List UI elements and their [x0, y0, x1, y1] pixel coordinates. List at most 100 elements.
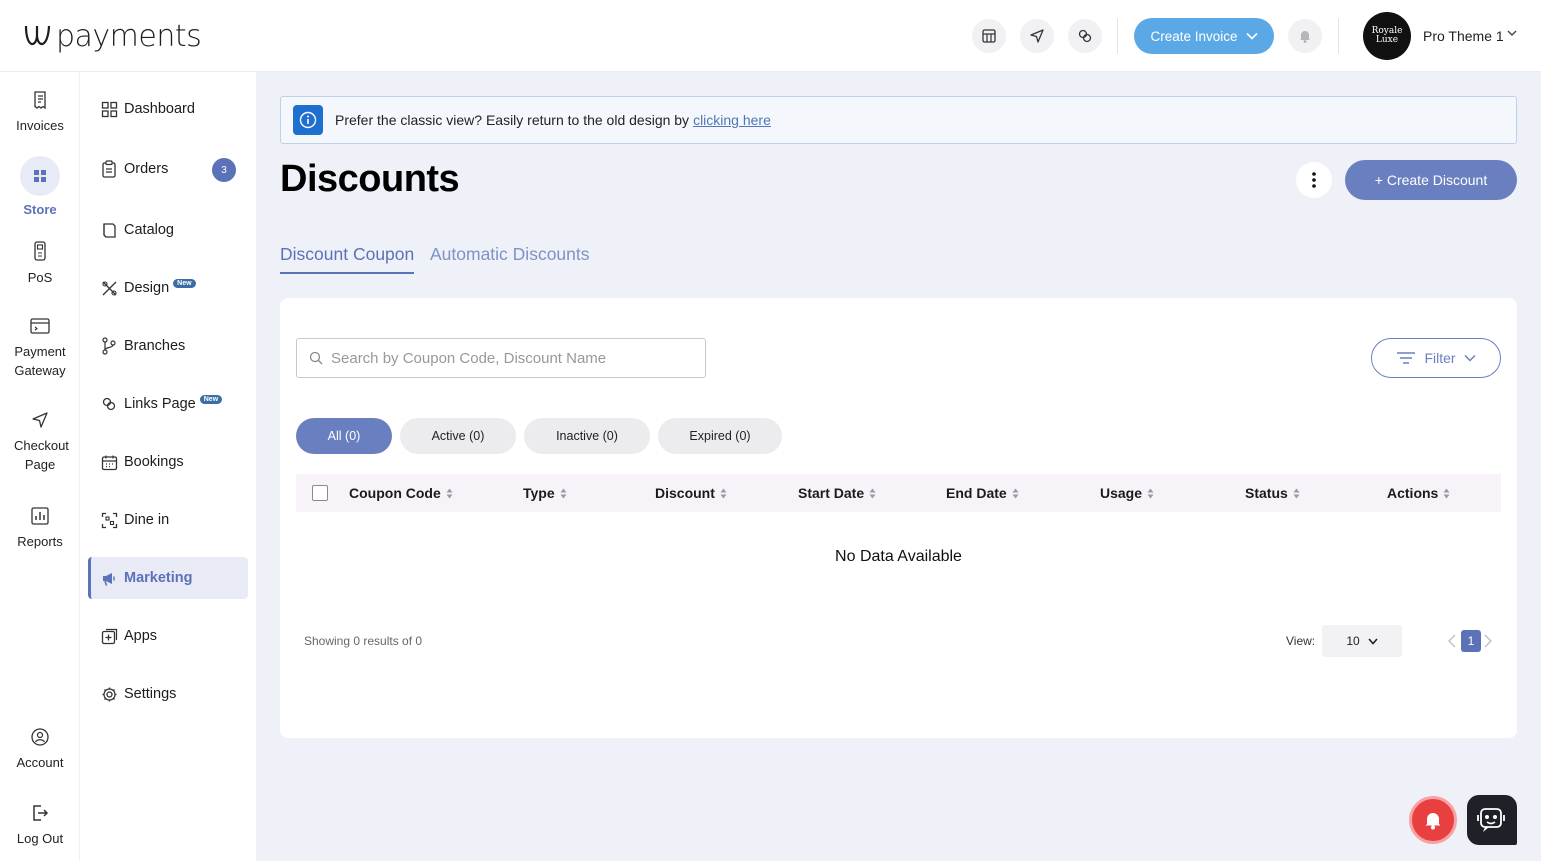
- invoice-icon: [34, 91, 46, 110]
- sort-icon: [446, 488, 453, 499]
- status-pill-all[interactable]: All (0): [296, 418, 392, 454]
- sidebar-item-links-page[interactable]: Links Page New: [88, 383, 248, 425]
- info-icon: [293, 105, 323, 135]
- store-icon: [34, 170, 46, 182]
- top-bar: payments Create Invoice Royale Luxe Pro T…: [0, 0, 1541, 72]
- sidebar-item-label: Branches: [124, 338, 186, 354]
- brand-logo[interactable]: payments: [22, 16, 202, 56]
- search-box[interactable]: [296, 338, 706, 378]
- page-size-select[interactable]: 10: [1322, 625, 1402, 657]
- kebab-menu-icon: [1312, 172, 1316, 188]
- apps-icon: [101, 628, 117, 644]
- column-coupon-code[interactable]: Coupon Code: [349, 485, 453, 501]
- sidebar-item-apps[interactable]: Apps: [88, 615, 248, 657]
- rail-item-pos[interactable]: PoS: [0, 240, 80, 287]
- link-icon: [102, 397, 116, 411]
- chat-bot-icon: [1477, 808, 1505, 832]
- status-pill-inactive[interactable]: Inactive (0): [524, 418, 650, 454]
- sidebar-item-settings[interactable]: Settings: [88, 673, 248, 715]
- empty-state-text: No Data Available: [835, 548, 962, 565]
- status-pill-expired[interactable]: Expired (0): [658, 418, 782, 454]
- calendar-icon: [101, 455, 117, 470]
- sidebar-item-label: Dashboard: [124, 101, 195, 117]
- sidebar-item-dine-in[interactable]: Dine in: [88, 499, 248, 541]
- chevron-down-icon: [1245, 32, 1258, 40]
- chevron-right-icon[interactable]: [1484, 634, 1492, 648]
- sidebar-item-design[interactable]: Design New: [88, 267, 248, 309]
- dashboard-icon: [101, 101, 117, 117]
- secondary-sidebar: Dashboard Orders 3 Catalog Design New Br…: [80, 72, 256, 861]
- rail-item-account[interactable]: Account: [0, 727, 80, 772]
- alerts-bell-button[interactable]: [1409, 796, 1457, 844]
- send-icon: [32, 412, 48, 428]
- classic-view-link[interactable]: clicking here: [693, 112, 771, 128]
- rail-item-store[interactable]: Store: [0, 156, 80, 219]
- sidebar-item-label: Marketing: [124, 570, 193, 586]
- profile-name[interactable]: Pro Theme 1: [1423, 28, 1504, 44]
- sidebar-item-label: Orders: [124, 161, 169, 177]
- sidebar-item-label: Catalog: [124, 222, 174, 238]
- column-type[interactable]: Type: [523, 485, 567, 501]
- column-status[interactable]: Status: [1245, 485, 1300, 501]
- results-summary: Showing 0 results of 0: [304, 634, 423, 648]
- table-header: Coupon Code Type Discount Start Date End…: [296, 474, 1501, 512]
- select-all-checkbox[interactable]: [312, 485, 328, 501]
- sort-icon: [1443, 488, 1450, 499]
- sort-icon: [869, 488, 876, 499]
- link-icon: [1078, 29, 1092, 43]
- filter-button[interactable]: Filter: [1371, 338, 1501, 378]
- sort-icon: [720, 488, 727, 499]
- catalog-icon: [102, 222, 116, 238]
- new-tag: New: [173, 278, 196, 288]
- column-start-date[interactable]: Start Date: [798, 485, 876, 501]
- links-shortcut-button[interactable]: [1068, 19, 1102, 53]
- store-shortcut-button[interactable]: [972, 19, 1006, 53]
- sort-icon: [560, 488, 567, 499]
- rail-item-log-out[interactable]: Log Out: [0, 803, 80, 848]
- chevron-left-icon[interactable]: [1448, 634, 1456, 648]
- column-discount[interactable]: Discount: [655, 485, 727, 501]
- discounts-card: Filter All (0) Active (0) Inactive (0) E…: [280, 298, 1517, 738]
- sort-icon: [1147, 488, 1154, 499]
- page-number-current[interactable]: 1: [1461, 630, 1481, 652]
- sidebar-item-bookings[interactable]: Bookings: [88, 441, 248, 483]
- status-pill-active[interactable]: Active (0): [400, 418, 516, 454]
- rail-item-payment-gateway[interactable]: Payment Gateway: [0, 316, 80, 380]
- classic-view-notice: Prefer the classic view? Easily return t…: [280, 96, 1517, 144]
- column-actions[interactable]: Actions: [1387, 485, 1450, 501]
- pos-icon: [34, 241, 46, 261]
- account-icon: [31, 728, 49, 746]
- chevron-down-icon[interactable]: [1506, 29, 1518, 37]
- search-input[interactable]: [331, 349, 691, 367]
- create-invoice-label: Create Invoice: [1150, 28, 1238, 44]
- create-invoice-button[interactable]: Create Invoice: [1134, 18, 1274, 54]
- sidebar-item-dashboard[interactable]: Dashboard: [88, 88, 248, 130]
- send-shortcut-button[interactable]: [1020, 19, 1054, 53]
- notifications-button[interactable]: [1288, 19, 1322, 53]
- tab-automatic-discounts[interactable]: Automatic Discounts: [430, 244, 590, 272]
- design-icon: [101, 280, 117, 296]
- sidebar-item-label: Settings: [124, 686, 177, 702]
- rail-item-invoices[interactable]: Invoices: [0, 90, 80, 135]
- filter-label: Filter: [1424, 350, 1456, 366]
- brand-logo-mark-icon: [24, 25, 51, 46]
- sidebar-item-catalog[interactable]: Catalog: [88, 209, 248, 251]
- search-icon: [309, 351, 323, 365]
- support-chat-button[interactable]: [1467, 795, 1517, 845]
- avatar[interactable]: Royale Luxe: [1363, 12, 1411, 60]
- main-content: Prefer the classic view? Easily return t…: [256, 72, 1541, 861]
- column-usage[interactable]: Usage: [1100, 485, 1154, 501]
- new-tag: New: [199, 394, 223, 404]
- create-discount-button[interactable]: + Create Discount: [1345, 160, 1517, 200]
- sidebar-item-orders[interactable]: Orders 3: [88, 148, 248, 190]
- rail-item-checkout-page[interactable]: Checkout Page: [0, 410, 80, 474]
- sidebar-item-branches[interactable]: Branches: [88, 325, 248, 367]
- notice-text: Prefer the classic view? Easily return t…: [335, 112, 690, 128]
- rail-item-reports[interactable]: Reports: [0, 506, 80, 551]
- sidebar-item-marketing[interactable]: Marketing: [88, 557, 248, 599]
- tab-discount-coupon[interactable]: Discount Coupon: [280, 244, 415, 274]
- more-options-button[interactable]: [1296, 162, 1332, 198]
- column-end-date[interactable]: End Date: [946, 485, 1019, 501]
- sidebar-item-label: Dine in: [124, 512, 170, 528]
- topbar-divider: [1338, 18, 1339, 54]
